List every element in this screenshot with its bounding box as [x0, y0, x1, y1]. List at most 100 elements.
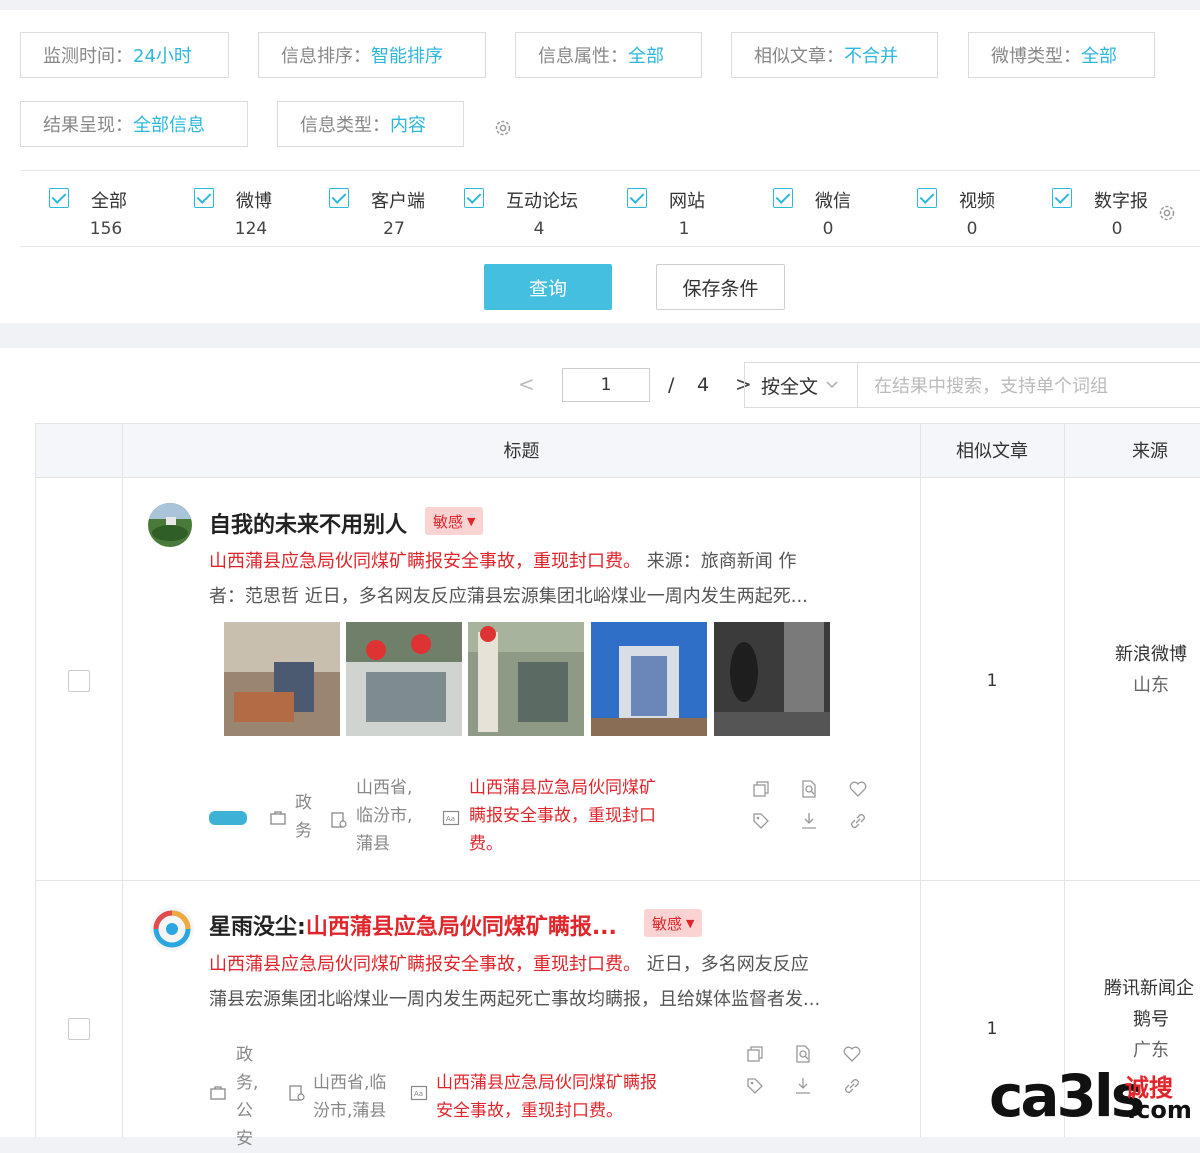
total-pages: 4	[697, 374, 710, 396]
filter-result-display[interactable]: 结果呈现： 全部信息	[20, 101, 248, 147]
category-text: 安	[236, 1129, 253, 1149]
thumbnail-image[interactable]	[468, 622, 584, 736]
link-icon[interactable]	[842, 1076, 862, 1096]
similar-count[interactable]: 1	[962, 1019, 1022, 1039]
thumbnail-image[interactable]	[714, 622, 830, 736]
keyword-highlight: 山西蒲县应急局伙同煤矿瞒报 安全事故，重现封口费。	[436, 1069, 657, 1125]
briefcase-icon	[270, 811, 286, 825]
result-search-input[interactable]: 在结果中搜索，支持单个词组	[857, 362, 1200, 408]
thumbnail-image[interactable]	[346, 622, 462, 736]
sentiment-indicator-icon	[209, 811, 247, 825]
row-summary[interactable]: 山西蒲县应急局伙同煤矿瞒报安全事故，重现封口费。 近日，多名网友反应 蒲县宏源集…	[209, 947, 909, 1017]
similar-count[interactable]: 1	[962, 671, 1022, 691]
filter-weibo-type[interactable]: 微博类型： 全部	[968, 32, 1155, 78]
sensitivity-badge[interactable]: 敏感 ▼	[644, 909, 703, 937]
pager-separator: /	[668, 374, 675, 396]
watermark-logo: ca3ls 诚搜 .com	[985, 1062, 1195, 1132]
filter-label: 监测时间：	[43, 46, 133, 67]
sensitivity-badge[interactable]: 敏感 ▼	[425, 507, 484, 535]
badge-label: 敏感	[652, 914, 683, 933]
thumbnail-image[interactable]	[224, 622, 340, 736]
link-icon[interactable]	[848, 811, 868, 831]
source-checkbox[interactable]	[627, 188, 647, 208]
row-author: 星雨没尘:	[209, 915, 306, 940]
copy-icon[interactable]	[751, 779, 771, 799]
source-checkbox[interactable]	[194, 188, 214, 208]
author-avatar[interactable]	[148, 503, 192, 547]
filter-label: 信息排序：	[281, 46, 371, 67]
filter-label: 相似文章：	[754, 46, 844, 67]
table-header: 标题 相似文章 来源	[36, 423, 1200, 478]
source-checkbox[interactable]	[773, 188, 793, 208]
prev-page-button[interactable]: <	[518, 372, 535, 396]
source-checkbox[interactable]	[49, 188, 69, 208]
source-settings-gear-icon[interactable]	[1157, 203, 1177, 223]
filter-value: 全部信息	[133, 115, 205, 136]
row-checkbox[interactable]	[68, 670, 90, 692]
source-platform-line2: 鹅号	[1133, 1009, 1169, 1030]
keyword-icon: Aa	[410, 1085, 428, 1101]
download-icon[interactable]	[793, 1076, 813, 1096]
row-title[interactable]: 星雨没尘:山西蒲县应急局伙同煤矿瞒报...	[209, 909, 617, 941]
row-summary[interactable]: 山西蒲县应急局伙同煤矿瞒报安全事故，重现封口费。 来源：旅商新闻 作 者：范思哲…	[209, 544, 909, 614]
filter-value: 智能排序	[371, 46, 443, 67]
filter-settings-gear-icon[interactable]	[493, 118, 513, 138]
location-text: 山西省,临	[313, 1073, 387, 1093]
thumbnail-image[interactable]	[591, 622, 707, 736]
source-platform: 新浪微博	[1115, 644, 1187, 665]
source-checkbox[interactable]	[1052, 188, 1072, 208]
source-weibo[interactable]: 微博 124	[192, 185, 322, 245]
heart-icon[interactable]	[842, 1044, 862, 1064]
divider	[20, 170, 1200, 171]
category-text: 政	[236, 1045, 253, 1065]
filter-info-sort[interactable]: 信息排序： 智能排序	[258, 32, 486, 78]
source-all[interactable]: 全部 156	[47, 185, 177, 245]
column-header-similar[interactable]: 相似文章	[920, 424, 1064, 479]
source-website[interactable]: 网站 1	[625, 185, 755, 245]
chevron-down-icon	[826, 381, 838, 389]
download-icon[interactable]	[799, 811, 819, 831]
copy-icon[interactable]	[745, 1044, 765, 1064]
source-info: 新浪微博 山东	[1076, 639, 1200, 701]
keyword-text: 山西蒲县应急局伙同煤矿	[469, 778, 656, 798]
heart-icon[interactable]	[848, 779, 868, 799]
tag-icon[interactable]	[745, 1076, 765, 1096]
source-checkbox[interactable]	[464, 188, 484, 208]
category-label: 政 务, 公 安	[236, 1041, 258, 1153]
location-text: 蒲县	[356, 834, 390, 854]
page-number-input[interactable]: 1	[562, 368, 650, 402]
location-label: 山西省, 临汾市, 蒲县	[356, 774, 412, 858]
summary-highlight: 山西蒲县应急局伙同煤矿瞒报安全事故，重现封口费。	[209, 954, 641, 975]
source-forum[interactable]: 互动论坛 4	[462, 185, 592, 245]
filter-monitor-time[interactable]: 监测时间： 24小时	[20, 32, 229, 78]
filter-value: 全部	[1081, 46, 1117, 67]
document-search-icon[interactable]	[793, 1044, 813, 1064]
source-checkbox[interactable]	[329, 188, 349, 208]
location-text: 山西省,	[356, 778, 413, 798]
source-wechat[interactable]: 微信 0	[771, 185, 901, 245]
row-divider	[36, 880, 1200, 881]
search-scope-value: 按全文	[761, 375, 819, 398]
source-client[interactable]: 客户端 27	[327, 185, 457, 245]
source-name: 微博	[236, 191, 272, 212]
filter-panel: 监测时间： 24小时 信息排序： 智能排序 信息属性： 全部 相似文章： 不合并…	[0, 10, 1200, 323]
watermark-com: .com	[1127, 1096, 1192, 1124]
row-author[interactable]: 自我的未来不用别人	[209, 507, 407, 539]
row-checkbox[interactable]	[68, 1018, 90, 1040]
source-video[interactable]: 视频 0	[915, 185, 1045, 245]
column-header-source[interactable]: 来源	[1064, 424, 1200, 479]
filter-info-type[interactable]: 信息类型： 内容	[277, 101, 464, 147]
author-avatar[interactable]	[150, 907, 194, 951]
source-checkbox[interactable]	[917, 188, 937, 208]
tag-icon[interactable]	[751, 811, 771, 831]
source-name: 网站	[669, 191, 705, 212]
source-name: 微信	[815, 191, 851, 212]
filter-info-attribute[interactable]: 信息属性： 全部	[515, 32, 702, 78]
document-search-icon[interactable]	[799, 779, 819, 799]
column-header-title[interactable]: 标题	[123, 424, 920, 479]
search-scope-select[interactable]: 按全文	[744, 362, 858, 408]
save-conditions-button[interactable]: 保存条件	[656, 264, 785, 310]
query-button[interactable]: 查询	[484, 264, 612, 310]
keyword-highlight: 山西蒲县应急局伙同煤矿 瞒报安全事故，重现封口 费。	[469, 774, 656, 858]
filter-similar-articles[interactable]: 相似文章： 不合并	[731, 32, 938, 78]
